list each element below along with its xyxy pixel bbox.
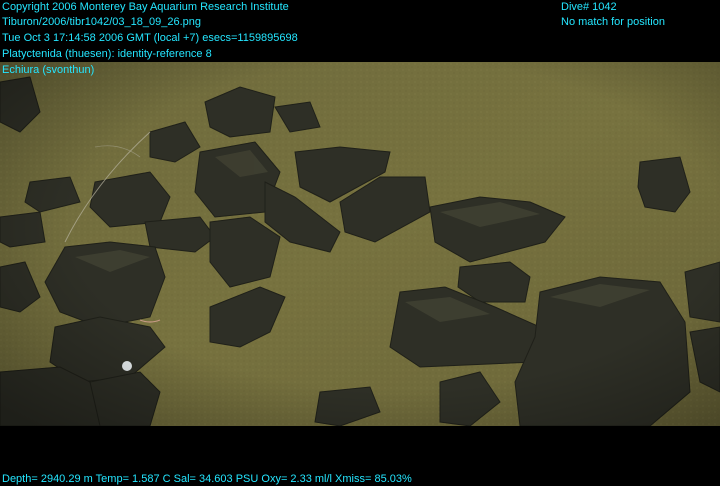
position-status: No match for position <box>561 16 665 28</box>
timestamp-text: Tue Oct 3 17:14:58 2006 GMT (local +7) e… <box>2 32 298 44</box>
dive-number: Dive# 1042 <box>561 1 617 13</box>
copyright-text: Copyright 2006 Monterey Bay Aquarium Res… <box>2 1 289 13</box>
annotation-platyctenida: Platyctenida (thuesen): identity-referen… <box>2 48 212 60</box>
image-path-text: Tiburon/2006/tibr1042/03_18_09_26.png <box>2 16 201 28</box>
annotation-echiura: Echiura (svonthun) <box>2 64 95 76</box>
telemetry-readout: Depth= 2940.29 m Temp= 1.587 C Sal= 34.6… <box>2 473 412 485</box>
seafloor-photo <box>0 62 720 426</box>
